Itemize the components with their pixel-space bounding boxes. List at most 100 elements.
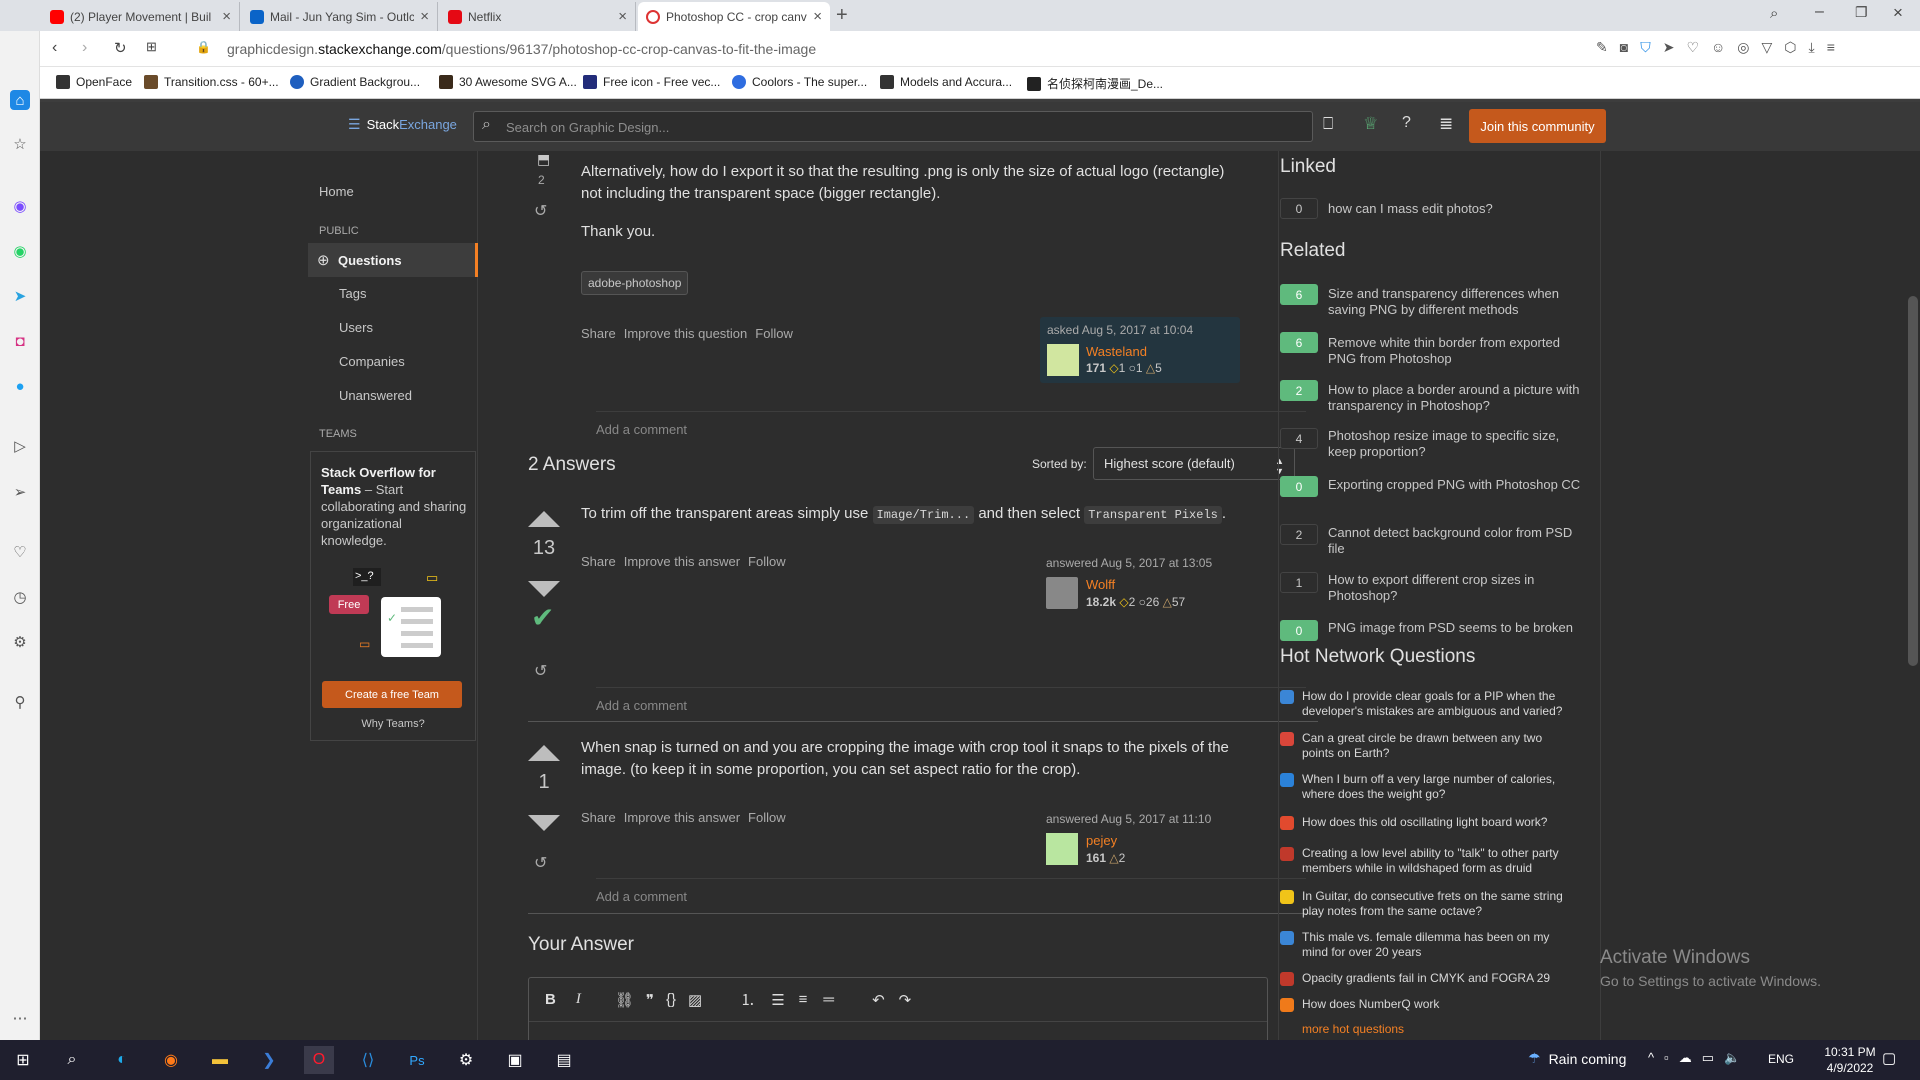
instagram-icon[interactable]: ◘ — [10, 331, 30, 351]
lightbulb-icon[interactable]: ⚲ — [10, 692, 30, 712]
tabs-grid-icon[interactable]: ⊞ — [146, 39, 157, 55]
nav-unanswered[interactable]: Unanswered — [339, 388, 412, 403]
achievements-icon[interactable]: ♕ — [1363, 114, 1378, 134]
photoshop-icon[interactable]: Ps — [402, 1046, 432, 1074]
nav-home[interactable]: Home — [319, 184, 354, 199]
share-link[interactable]: Share — [581, 810, 616, 825]
heading-icon[interactable]: ≡ — [799, 991, 808, 1008]
menu-icon[interactable]: ≡ — [1827, 39, 1835, 56]
avatar[interactable] — [1047, 344, 1079, 376]
search-icon[interactable]: ⌕ — [1770, 5, 1778, 22]
home-icon[interactable]: ⌂ — [10, 90, 30, 110]
inbox-icon[interactable]: ⎕ — [1323, 114, 1333, 134]
more-hot-questions-link[interactable]: more hot questions — [1302, 1022, 1404, 1036]
user-link[interactable]: Wolff — [1086, 577, 1115, 592]
sort-select[interactable]: Highest score (default) ▲ ▼ — [1093, 447, 1295, 480]
app-icon[interactable]: ▤ — [549, 1046, 579, 1074]
volume-icon[interactable]: 🔈 — [1724, 1050, 1740, 1066]
image-icon[interactable]: ▨ — [688, 991, 702, 1009]
player-icon[interactable]: ▷ — [10, 436, 30, 456]
avatar-icon[interactable]: ☺ — [1711, 39, 1725, 56]
hot-question-link[interactable]: Opacity gradients fail in CMYK and FOGRA… — [1280, 971, 1572, 986]
hot-question-link[interactable]: Can a great circle be drawn between any … — [1280, 731, 1572, 761]
clock[interactable]: 10:31 PM 4/9/2022 — [1820, 1044, 1880, 1076]
firefox-icon[interactable]: ◉ — [156, 1046, 186, 1074]
upvote-icon[interactable] — [528, 511, 560, 527]
hot-question-link[interactable]: This male vs. female dilemma has been on… — [1280, 930, 1572, 960]
bookmark-item[interactable]: Free icon - Free vec... — [583, 75, 720, 89]
user-link[interactable]: pejey — [1086, 833, 1117, 848]
history-icon[interactable]: ↺ — [534, 661, 547, 681]
add-comment-link[interactable]: Add a comment — [596, 687, 1306, 713]
close-window-icon[interactable]: × — [1893, 3, 1903, 23]
improve-link[interactable]: Improve this answer — [624, 810, 740, 825]
settings-icon[interactable]: ⚙ — [451, 1046, 481, 1074]
hot-question-link[interactable]: In Guitar, do consecutive frets on the s… — [1280, 889, 1572, 919]
filter-icon[interactable]: ▽ — [1762, 39, 1773, 56]
related-question-link[interactable]: How to export different crop sizes in Ph… — [1328, 572, 1583, 604]
bookmark-item[interactable]: OpenFace — [56, 75, 132, 89]
quote-icon[interactable]: ❞ — [646, 991, 654, 1009]
bookmark-icon[interactable]: ☆ — [10, 134, 30, 154]
edit-icon[interactable]: ✎ — [1596, 39, 1608, 56]
redo-icon[interactable]: ↷ — [899, 991, 912, 1009]
bookmark-item[interactable]: Coolors - The super... — [732, 75, 867, 89]
meet-icon[interactable]: ▫ — [1664, 1050, 1669, 1066]
bullet-list-icon[interactable]: ☰ — [771, 991, 784, 1009]
history-icon[interactable]: ↺ — [534, 201, 547, 221]
close-icon[interactable]: × — [813, 8, 822, 25]
improve-link[interactable]: Improve this question — [624, 326, 748, 341]
hot-question-link[interactable]: How does this old oscillating light boar… — [1280, 815, 1572, 830]
undo-icon[interactable]: ↶ — [872, 991, 885, 1009]
opera-taskbar-icon[interactable]: O — [304, 1046, 334, 1074]
user-link[interactable]: Wasteland — [1086, 344, 1147, 359]
follow-link[interactable]: Follow — [748, 810, 786, 825]
box-icon[interactable]: ⬡ — [1784, 39, 1796, 56]
add-comment-link[interactable]: Add a comment — [596, 878, 1306, 904]
related-question-link[interactable]: Photoshop resize image to specific size,… — [1328, 428, 1583, 460]
avatar[interactable] — [1046, 577, 1078, 609]
more-icon[interactable]: ⋯ — [10, 1008, 30, 1028]
twitter-icon[interactable]: ● — [10, 376, 30, 396]
network-icon[interactable]: ▭ — [1702, 1050, 1714, 1066]
back-icon[interactable]: ‹ — [52, 39, 57, 57]
related-question-link[interactable]: Exporting cropped PNG with Photoshop CC — [1328, 477, 1583, 493]
hot-question-link[interactable]: When I burn off a very large number of c… — [1280, 772, 1572, 802]
create-team-button[interactable]: Create a free Team — [322, 681, 462, 708]
tab-netflix[interactable]: Netflix × — [440, 2, 636, 31]
terminal-icon[interactable]: ▣ — [500, 1046, 530, 1074]
link-icon[interactable]: ⛓ — [615, 991, 634, 1009]
onedrive-icon[interactable]: ☁ — [1679, 1050, 1692, 1066]
follow-link[interactable]: Follow — [755, 326, 793, 341]
notifications-icon[interactable]: ▢ — [1882, 1049, 1896, 1067]
related-question-link[interactable]: How to place a border around a picture w… — [1328, 382, 1583, 414]
nav-users[interactable]: Users — [339, 320, 373, 335]
downvote-icon[interactable] — [528, 815, 560, 831]
nav-companies[interactable]: Companies — [339, 354, 405, 369]
history-icon[interactable]: ◷ — [10, 587, 30, 607]
maximize-icon[interactable]: ❐ — [1855, 4, 1868, 21]
improve-link[interactable]: Improve this answer — [624, 554, 740, 569]
nav-tags[interactable]: Tags — [339, 286, 366, 301]
download-icon[interactable]: ⤓ — [1809, 39, 1815, 56]
forward-icon[interactable]: › — [82, 39, 87, 57]
bold-icon[interactable]: B — [545, 991, 556, 1008]
close-icon[interactable]: × — [222, 8, 231, 25]
new-tab-icon[interactable]: + — [836, 4, 848, 27]
follow-link[interactable]: Follow — [748, 554, 786, 569]
bookmark-item[interactable]: Transition.css - 60+... — [144, 75, 279, 89]
scrollbar-thumb[interactable] — [1908, 296, 1918, 666]
file-explorer-icon[interactable]: ▬ — [205, 1046, 235, 1074]
close-icon[interactable]: × — [420, 8, 429, 25]
send-icon[interactable]: ➤ — [1663, 39, 1675, 56]
bookmark-icon[interactable]: ⬒ — [537, 151, 550, 168]
tab-youtube[interactable]: (2) Player Movement | Buil × — [42, 2, 240, 31]
chevron-up-icon[interactable]: ^ — [1648, 1050, 1654, 1066]
hot-question-link[interactable]: How does NumberQ work — [1280, 997, 1572, 1012]
scrollbar-track[interactable] — [1906, 151, 1920, 1040]
camera-icon[interactable]: ◙ — [1620, 39, 1628, 56]
site-switcher-icon[interactable]: ≣ — [1439, 114, 1453, 134]
search-icon[interactable]: ⌕ — [57, 1046, 87, 1074]
search-box[interactable]: ⌕ Search on Graphic Design... — [473, 111, 1313, 142]
hot-question-link[interactable]: Creating a low level ability to "talk" t… — [1280, 846, 1572, 876]
